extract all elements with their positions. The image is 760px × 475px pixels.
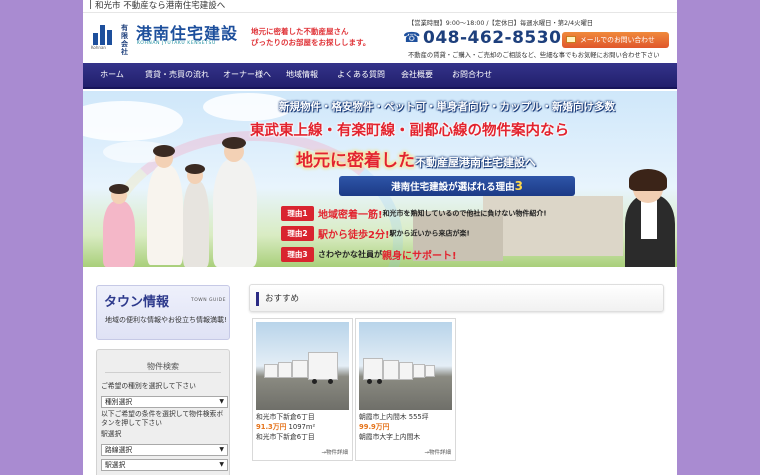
page: 和光市 不動産なら港南住宅建設へ Kohnan 有限会社 港南住宅建設 KOHN… [83, 0, 677, 475]
top-bar: 和光市 不動産なら港南住宅建設へ [83, 0, 677, 13]
property-price: 99.9万円 [359, 423, 390, 431]
station-select-value: 駅選択 [105, 461, 126, 469]
type-select-value: 種別選択 [105, 398, 133, 406]
hero-line-2: 東武東上線・有楽町線・副都心線の物件案内なら [250, 123, 569, 139]
condition-prompt: 以下ご希望の条件を選択して物件検索ボタンを押して下さい [101, 410, 224, 427]
property-photo [256, 322, 349, 410]
route-select-value: 路線選択 [105, 446, 133, 454]
property-search-box: 物件検索 ご希望の種別を選択して下さい 種別選択 ▼ 以下ご希望の条件を選択して物… [96, 349, 230, 475]
logo-icon: Kohnan [91, 23, 115, 50]
reason-item: 理由3 さわやかな社員が親身にサポート! [281, 244, 601, 262]
property-card[interactable]: 和光市下新倉6丁目 91.3万円 1097m² 和光市下新倉6丁目 →物件詳細 [252, 318, 353, 461]
property-area: 1097m² [288, 423, 316, 431]
nav-contact[interactable]: お問合わせ [447, 63, 497, 87]
global-nav: ホーム 賃貸・売買の流れ オーナー様へ 地域情報 よくある質問 会社概要 お問合… [83, 63, 677, 89]
reason-item: 理由2 駅から徒歩2分!駅から近いから来店が楽! [281, 223, 601, 241]
property-detail-link[interactable]: →物件詳細 [424, 448, 451, 456]
type-prompt: ご希望の種別を選択して下さい [101, 382, 196, 390]
staff-photo [615, 169, 677, 267]
nav-owner[interactable]: オーナー様へ [219, 63, 275, 87]
header-note: 不動産の賃貸・ご購入・ご売却のご相談など、些細な事でもお気軽にお問い合わせ下さい [408, 52, 660, 59]
town-guide-desc: 地域の便利な情報やお役立ち情報満載! [105, 316, 227, 324]
catch-line-2: ぴったりのお部屋をお探しします。 [251, 38, 371, 47]
reason-desc: 駅から近いから来店が楽! [389, 229, 470, 238]
route-select[interactable]: 路線選択 ▼ [101, 444, 228, 456]
divider [90, 0, 91, 9]
station-label: 駅選択 [101, 430, 122, 438]
reason-main: 親身にサポート! [382, 251, 457, 262]
property-price-row: 99.9万円 [359, 423, 389, 432]
search-title: 物件検索 [147, 362, 179, 371]
reason-tag: 理由3 [281, 247, 314, 262]
cloud-graphic [83, 101, 183, 141]
reasons-heading-text: 港南住宅建設が選ばれる理由 [391, 182, 515, 193]
catch-line-1: 地元に密着した不動産屋さん [251, 27, 349, 36]
nav-area-info[interactable]: 地域情報 [279, 63, 325, 87]
property-price: 91.3万円 [256, 423, 287, 431]
hero-line-3: 地元に密着した不動産屋港南住宅建設へ [296, 146, 536, 171]
reason-main: 地域密着一筋! [318, 210, 383, 221]
property-detail-link[interactable]: →物件詳細 [321, 448, 348, 456]
heading-accent [256, 292, 259, 306]
company-romaji: KOHNAN JYUTAKU KENSETSU [137, 41, 216, 46]
reasons-heading: 港南住宅建設が選ばれる理由3 [339, 176, 575, 196]
hero-banner: 新規物件・格安物件・ペット可・単身者向け・カップル・新婚向け多数 東武東上線・有… [83, 91, 677, 267]
property-address: 和光市下新倉6丁目 [256, 433, 315, 441]
phone-icon: ☎ [403, 30, 421, 46]
mail-button-label: メールでのお問い合わせ [580, 36, 655, 44]
divider [105, 372, 221, 373]
nav-home[interactable]: ホーム [89, 63, 135, 87]
reason-tag: 理由1 [281, 206, 314, 221]
reason-main: 駅から徒歩2分! [318, 230, 390, 241]
town-guide-title: タウン情報 [104, 295, 170, 310]
nav-company[interactable]: 会社概要 [397, 63, 437, 87]
chevron-down-icon: ▼ [219, 461, 224, 468]
property-photo [359, 322, 452, 410]
reason-desc: 和光市を熟知しているので他社に負けない物件紹介! [382, 209, 547, 218]
catch-copy: 地元に密着した不動産屋さん ぴったりのお部屋をお探しします。 [251, 26, 370, 48]
reason-prefix: さわやかな社員が [318, 250, 382, 259]
town-guide-banner[interactable]: タウン情報 TOWN GUIDE 地域の便利な情報やお役立ち情報満載! [96, 285, 230, 340]
property-location: 和光市下新倉6丁目 [256, 413, 315, 421]
town-guide-en: TOWN GUIDE [191, 298, 226, 303]
reason-item: 理由1 地域密着一筋!和光市を熟知しているので他社に負けない物件紹介! [281, 203, 601, 221]
recommended-heading: おすすめ [249, 284, 664, 312]
hero-line-3-rest: 不動産屋港南住宅建設へ [415, 156, 536, 169]
property-location: 朝霞市上内間木 555坪 [359, 413, 429, 421]
type-select[interactable]: 種別選択 ▼ [101, 396, 228, 408]
nav-faq[interactable]: よくある質問 [331, 63, 391, 87]
property-card[interactable]: 朝霞市上内間木 555坪 99.9万円 朝霞市大字上内間木 →物件詳細 [355, 318, 456, 461]
company-type: 有限会社 [121, 24, 128, 56]
station-select[interactable]: 駅選択 ▼ [101, 459, 228, 471]
site-tagline: 和光市 不動産なら港南住宅建設へ [95, 1, 226, 11]
phone-number[interactable]: 048-462-8530 [423, 28, 561, 48]
chevron-down-icon: ▼ [219, 398, 224, 405]
hero-line-3-emphasis: 地元に密着した [296, 151, 415, 171]
envelope-icon [566, 36, 576, 43]
reason-tag: 理由2 [281, 226, 314, 241]
property-price-row: 91.3万円 1097m² [256, 423, 315, 432]
nav-flow[interactable]: 賃貸・売買の流れ [137, 63, 217, 87]
chevron-down-icon: ▼ [219, 446, 224, 453]
recommended-title: おすすめ [265, 294, 300, 304]
property-address: 朝霞市大字上内間木 [359, 433, 421, 441]
hero-line-1: 新規物件・格安物件・ペット可・単身者向け・カップル・新婚向け多数 [279, 101, 615, 113]
business-hours: 【営業時間】9:00～18:00 /【定休日】毎週水曜日・第2/4火曜日 [408, 20, 594, 27]
logo-kana: Kohnan [91, 45, 106, 50]
reasons-count: 3 [514, 179, 523, 193]
mail-contact-button[interactable]: メールでのお問い合わせ [562, 32, 669, 48]
